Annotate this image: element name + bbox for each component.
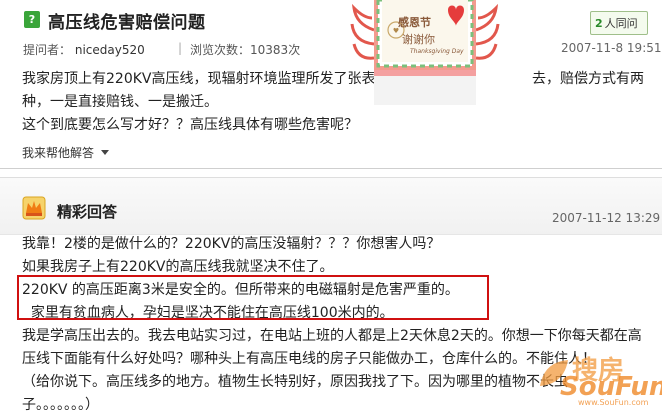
question-line-1: 我家房顶上有220KV高压线，现辐射环境监理所发了张表	[22, 71, 376, 87]
answer-time: 2007-11-12 13:29	[552, 211, 661, 225]
question-title: 高压线危害赔偿问题	[48, 13, 206, 33]
view-count: 浏览次数：10383次	[190, 41, 300, 58]
help-answer-label: 我来帮他解答	[22, 146, 95, 160]
card-line-3: Thanksgiving Day	[410, 48, 464, 55]
same-question-count: 2	[595, 16, 603, 30]
highlight-box	[17, 275, 489, 320]
same-question-button[interactable]: 2 人同问	[590, 11, 648, 35]
asker-label: 提问者：	[23, 43, 72, 57]
watermark-url: www.SouFun.com	[578, 398, 649, 407]
best-answer-heading: 精彩回答	[57, 203, 118, 221]
answer-line-5: 我是学高压出去的。我去电站实习过，在电站上班的人都是上2天休息2天的。你想一下你…	[22, 328, 642, 344]
question-line-2: 种，一是直接赔钱、一是搬迁。	[22, 94, 218, 110]
meta-separator: |	[178, 41, 183, 55]
answer-line-8: 子。。。。。。。）	[22, 397, 99, 413]
question-line-3: 这个到底要怎么写才好？？高压线具体有哪些危害呢？	[22, 117, 358, 133]
help-answer-button[interactable]: 我来帮他解答	[22, 144, 110, 161]
best-answer-crown-icon	[22, 196, 46, 220]
card-line-1: 感恩节	[398, 16, 431, 29]
views-label: 浏览次数：	[190, 43, 251, 57]
card-line-2: 谢谢你	[402, 33, 435, 46]
asker-info: 提问者： niceday520	[23, 41, 145, 58]
same-question-label: 人同问	[604, 17, 638, 30]
question-line-1b: 去，赔偿方式有两	[532, 71, 644, 87]
question-body: 我家房顶上有220KV高压线，现辐射环境监理所发了张表 去，赔偿方式有两 种，一…	[22, 68, 644, 137]
asker-name[interactable]: niceday520	[75, 43, 145, 57]
answer-line-1: 我靠！2楼的是做什么的？220KV的高压没辐射？？？你想害人吗？	[22, 236, 441, 252]
views-value: 10383次	[250, 43, 301, 57]
question-icon: ?	[24, 11, 40, 28]
chevron-down-icon	[101, 150, 110, 155]
divider	[0, 168, 662, 169]
question-time: 2007-11-8 19:51	[561, 41, 662, 55]
